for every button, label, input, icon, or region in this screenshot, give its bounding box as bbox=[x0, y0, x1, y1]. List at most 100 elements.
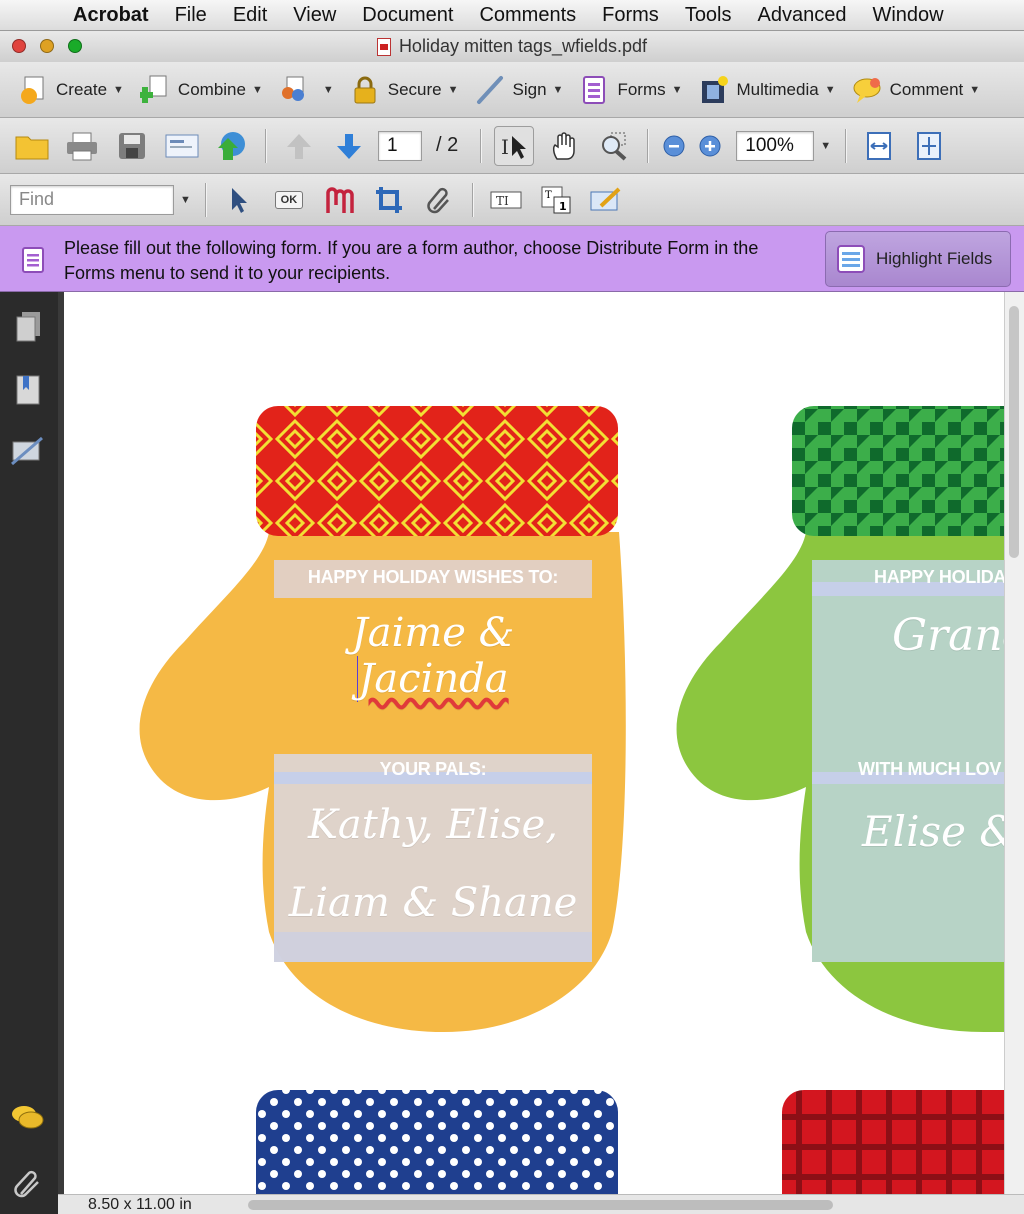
ok-button-icon: OK bbox=[274, 190, 304, 209]
collaborate-icon bbox=[279, 75, 309, 105]
page-number-input[interactable]: 1 bbox=[378, 130, 422, 161]
from-name-line-2[interactable]: Liam & Shane bbox=[274, 880, 592, 926]
menu-tools[interactable]: Tools bbox=[672, 4, 745, 27]
menu-edit[interactable]: Edit bbox=[220, 4, 280, 27]
svg-text:TI: TI bbox=[496, 194, 509, 208]
print-icon[interactable] bbox=[62, 126, 102, 166]
secure-button[interactable]: Secure ▼ bbox=[342, 70, 467, 110]
next-page-arrow-icon[interactable] bbox=[329, 126, 369, 166]
svg-text:T: T bbox=[545, 190, 552, 201]
hand-tool-icon[interactable] bbox=[544, 126, 584, 166]
full-screen-icon[interactable] bbox=[909, 126, 949, 166]
form-icon bbox=[579, 75, 609, 105]
svg-text:1: 1 bbox=[559, 200, 567, 213]
menu-window[interactable]: Window bbox=[859, 4, 956, 27]
sign-label: Sign bbox=[512, 79, 547, 99]
email-icon[interactable] bbox=[162, 126, 202, 166]
combine-button[interactable]: Combine ▼ bbox=[132, 70, 271, 110]
previous-page-arrow-icon[interactable] bbox=[279, 126, 319, 166]
minimize-window-button[interactable] bbox=[40, 39, 54, 53]
save-icon[interactable] bbox=[112, 126, 152, 166]
highlight-fields-button[interactable]: Highlight Fields bbox=[825, 231, 1011, 287]
mitten-cuff-blue-dots bbox=[256, 1090, 618, 1194]
select-text-tool-icon[interactable]: I bbox=[494, 125, 535, 166]
select-object-arrow-icon[interactable] bbox=[219, 180, 259, 220]
crop-icon[interactable] bbox=[369, 180, 409, 220]
text-field-tool-icon[interactable]: TI bbox=[486, 180, 526, 220]
find-toolbar: Find ▼ OK TI T1 bbox=[0, 174, 1024, 226]
link-tool-icon[interactable] bbox=[319, 180, 359, 220]
chevron-down-icon: ▼ bbox=[552, 83, 564, 96]
toolbar-separator bbox=[471, 182, 473, 217]
signatures-panel-icon[interactable] bbox=[10, 436, 44, 471]
comment-button[interactable]: Comment ▼ bbox=[844, 70, 989, 110]
menu-document[interactable]: Document bbox=[349, 4, 466, 27]
pdf-page-view[interactable]: HAPPY HOLIDAY WISHES TO: Jaime & Jacinda… bbox=[58, 292, 1024, 1194]
edit-form-pen-icon[interactable] bbox=[586, 180, 626, 220]
chevron-down-icon: ▼ bbox=[969, 83, 981, 96]
to-name-field-2[interactable]: Grandı bbox=[816, 610, 1024, 661]
pages-panel-icon[interactable] bbox=[14, 310, 42, 349]
collaborate-button[interactable]: ▼ bbox=[271, 70, 342, 110]
highlight-fields-label: Highlight Fields bbox=[876, 249, 993, 268]
from-name-field-2[interactable]: Elise & S bbox=[816, 807, 1024, 856]
combine-icon bbox=[136, 75, 170, 105]
create-button[interactable]: Create ▼ bbox=[10, 70, 132, 110]
to-label: HAPPY HOLIDAY WISHES TO: bbox=[307, 567, 559, 587]
find-input[interactable]: Find bbox=[10, 184, 174, 215]
page-size-readout: 8.50 x 11.00 in bbox=[88, 1196, 192, 1213]
menu-app[interactable]: Acrobat bbox=[60, 4, 162, 27]
chevron-down-icon: ▼ bbox=[671, 83, 683, 96]
mitten-artwork bbox=[139, 406, 1024, 1194]
globe-upload-icon[interactable] bbox=[212, 126, 252, 166]
svg-text:I: I bbox=[501, 135, 509, 159]
find-dropdown-chevron-icon[interactable]: ▼ bbox=[180, 194, 191, 206]
zoom-window-button[interactable] bbox=[68, 39, 82, 53]
toolbar-separator bbox=[845, 128, 847, 163]
close-window-button[interactable] bbox=[12, 39, 26, 53]
menu-advanced[interactable]: Advanced bbox=[745, 4, 860, 27]
button-field-tool[interactable]: OK bbox=[269, 180, 309, 220]
chevron-down-icon: ▼ bbox=[824, 83, 836, 96]
create-icon bbox=[18, 75, 48, 105]
toolbar-separator bbox=[480, 128, 482, 163]
to-name-field[interactable]: Jaime & Jacinda bbox=[274, 610, 592, 702]
mitten-cuff-red bbox=[256, 406, 618, 536]
to-label-2: HAPPY HOLIDA bbox=[874, 567, 1007, 587]
page-total: / 2 bbox=[436, 134, 459, 156]
multimedia-label: Multimedia bbox=[736, 79, 819, 99]
zoom-dropdown-chevron-icon[interactable]: ▼ bbox=[820, 140, 831, 152]
to-name-part-1: Jaime & bbox=[351, 610, 515, 656]
pdf-document-icon bbox=[376, 37, 391, 56]
status-bar: 8.50 x 11.00 in bbox=[58, 1194, 1024, 1214]
horizontal-scroll-thumb[interactable] bbox=[248, 1200, 833, 1210]
comments-panel-icon[interactable] bbox=[10, 1104, 44, 1139]
zoom-in-icon[interactable] bbox=[697, 126, 723, 166]
zoom-level-input[interactable]: 100% bbox=[736, 130, 815, 161]
toolbar-separator bbox=[204, 182, 206, 217]
marquee-zoom-icon[interactable] bbox=[594, 126, 634, 166]
menu-forms[interactable]: Forms bbox=[589, 4, 672, 27]
sign-button[interactable]: Sign ▼ bbox=[467, 70, 572, 110]
attach-file-icon[interactable] bbox=[419, 180, 459, 220]
from-field-box bbox=[274, 754, 592, 962]
from-name-line-1[interactable]: Kathy, Elise, bbox=[274, 802, 592, 848]
combine-label: Combine bbox=[177, 79, 246, 99]
page-number-tool-icon[interactable]: T1 bbox=[536, 180, 576, 220]
multimedia-button[interactable]: Multimedia ▼ bbox=[691, 70, 844, 110]
menu-view[interactable]: View bbox=[280, 4, 349, 27]
menu-bar: Acrobat File Edit View Document Comments… bbox=[0, 0, 1024, 31]
folder-open-icon[interactable] bbox=[12, 126, 52, 166]
from-label: YOUR PALS: bbox=[379, 759, 487, 779]
secure-label: Secure bbox=[387, 79, 442, 99]
fit-width-icon[interactable] bbox=[859, 126, 899, 166]
menu-file[interactable]: File bbox=[162, 4, 220, 27]
menu-comments[interactable]: Comments bbox=[466, 4, 589, 27]
chevron-down-icon: ▼ bbox=[251, 83, 263, 96]
forms-button[interactable]: Forms ▼ bbox=[571, 70, 690, 110]
window-title: Holiday mitten tags_wfields.pdf bbox=[398, 36, 648, 56]
bookmarks-panel-icon[interactable] bbox=[14, 374, 42, 413]
attachments-paperclip-icon[interactable] bbox=[12, 1166, 42, 1205]
vertical-scroll-thumb[interactable] bbox=[1009, 306, 1019, 558]
zoom-out-icon[interactable] bbox=[661, 126, 687, 166]
